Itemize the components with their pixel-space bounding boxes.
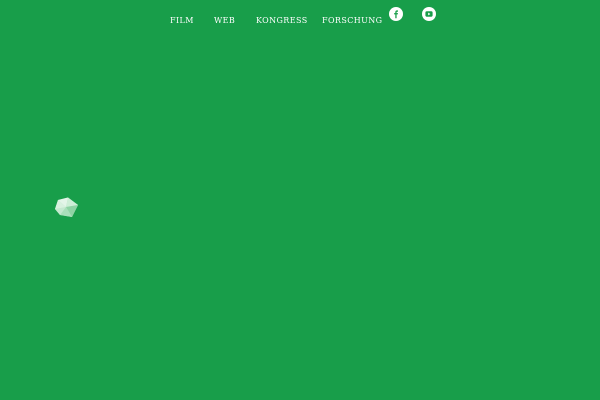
youtube-icon bbox=[425, 11, 433, 17]
logo[interactable] bbox=[54, 197, 80, 219]
youtube-link[interactable] bbox=[422, 7, 436, 21]
nav-link-film[interactable]: FILM bbox=[170, 15, 194, 27]
facebook-icon bbox=[394, 10, 398, 19]
facebook-link[interactable] bbox=[389, 7, 403, 21]
nav-link-kongress[interactable]: KONGRESS bbox=[256, 15, 308, 27]
page: FILM WEB KONGRESS FORSCHUNG bbox=[0, 0, 600, 400]
polygon-logo-icon bbox=[55, 197, 78, 217]
nav-link-forschung[interactable]: FORSCHUNG bbox=[322, 15, 382, 27]
nav-link-web[interactable]: WEB bbox=[214, 15, 235, 27]
